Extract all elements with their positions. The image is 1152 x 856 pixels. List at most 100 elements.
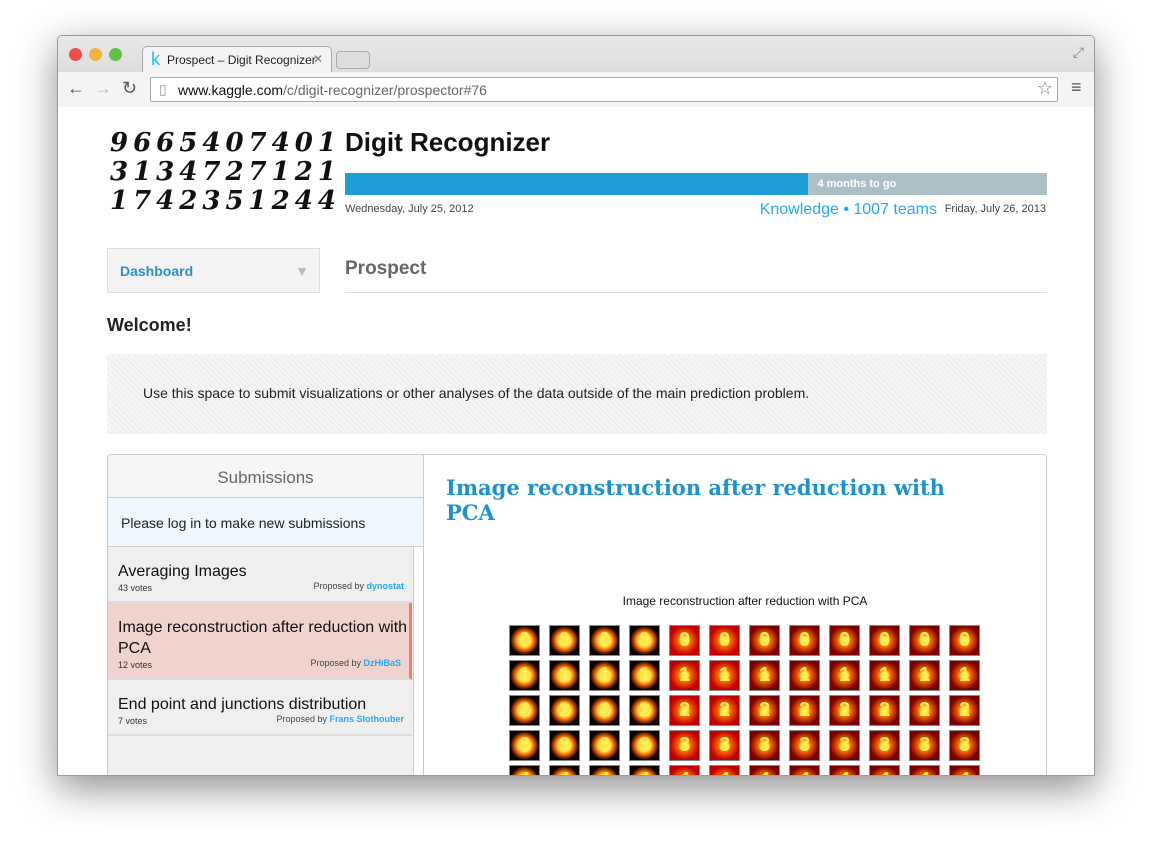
reconstructed-digit-cell: 0 <box>549 625 580 656</box>
reconstructed-digit-cell: 1 <box>749 660 780 691</box>
reconstructed-digit-cell: 1 <box>549 660 580 691</box>
bookmark-star-icon[interactable]: ☆ <box>1037 78 1053 99</box>
tab-title: Prospect – Digit Recognizer <box>167 53 316 67</box>
author-link[interactable]: DzHiBaS <box>363 658 401 668</box>
forward-icon[interactable]: → <box>94 78 112 99</box>
reconstructed-digit-cell: 0 <box>669 625 700 656</box>
reconstructed-digit-cell: 1 <box>589 660 620 691</box>
reconstructed-digit-cell: 3 <box>909 730 940 761</box>
reconstructed-digit-cell: 4 <box>669 765 700 775</box>
reconstructed-digit-cell: 1 <box>709 660 740 691</box>
page-title: Digit Recognizer <box>345 127 551 157</box>
reconstructed-digit-cell: 1 <box>949 660 980 691</box>
reconstructed-digit-cell: 2 <box>869 695 900 726</box>
minimize-window-button[interactable] <box>89 48 102 61</box>
proposed-by: Proposed by Frans Slothouber <box>276 714 404 724</box>
reconstructed-digit-cell: 1 <box>789 660 820 691</box>
browser-tab[interactable]: k Prospect – Digit Recognizer ✕ <box>142 46 332 72</box>
section-title: Prospect <box>345 258 1047 293</box>
reconstructed-digit-cell: 4 <box>589 765 620 775</box>
page-icon: ▯ <box>159 81 167 97</box>
new-tab-button[interactable] <box>336 51 370 69</box>
reconstructed-digit-cell: 0 <box>829 625 860 656</box>
menu-icon[interactable]: ≡ <box>1071 77 1082 98</box>
reconstructed-digit-cell: 1 <box>669 660 700 691</box>
reconstructed-digit-cell: 0 <box>789 625 820 656</box>
reconstructed-digit-cell: 2 <box>789 695 820 726</box>
reload-icon[interactable]: ↻ <box>122 78 137 99</box>
url-host: www.kaggle.com <box>178 82 284 98</box>
reconstructed-digit-cell: 1 <box>869 660 900 691</box>
submission-item[interactable]: Averaging Images 43 votes Proposed by dyno… <box>108 547 412 603</box>
reconstructed-digit-cell: 1 <box>509 660 540 691</box>
digits-logo[interactable]: 9665407401 3134727121 1742351244 <box>110 129 341 216</box>
submission-item-title: End point and junctions distribution <box>118 696 367 713</box>
zoom-window-button[interactable] <box>109 48 122 61</box>
proposed-prefix: Proposed by <box>313 581 367 591</box>
reconstructed-digit-cell: 4 <box>909 765 940 775</box>
reconstructed-digit-cell: 0 <box>509 625 540 656</box>
reconstructed-digit-cell: 2 <box>829 695 860 726</box>
reconstructed-digit-cell: 4 <box>629 765 660 775</box>
start-date: Wednesday, July 25, 2012 <box>345 203 474 215</box>
progress-fill <box>345 173 809 195</box>
author-link[interactable]: Frans Slothouber <box>329 714 404 724</box>
reconstructed-digit-cell: 3 <box>549 730 580 761</box>
submission-item[interactable]: End point and junctions distribution 7 vo… <box>108 680 412 736</box>
reconstructed-digit-cell: 4 <box>549 765 580 775</box>
close-tab-icon[interactable]: ✕ <box>313 52 323 66</box>
submission-title: Image reconstruction after reduction wit… <box>446 475 945 525</box>
back-icon[interactable]: ← <box>67 78 85 99</box>
reconstructed-digit-cell: 3 <box>629 730 660 761</box>
url-path: /c/digit-recognizer/prospector#76 <box>283 82 487 98</box>
reconstructed-digit-cell: 3 <box>829 730 860 761</box>
reconstructed-digit-cell: 2 <box>549 695 580 726</box>
browser-window: k Prospect – Digit Recognizer ✕ ⤢ ← → ↻ ▯ w… <box>57 35 1095 776</box>
reconstructed-digit-cell: 3 <box>949 730 980 761</box>
reconstructed-digit-cell: 2 <box>669 695 700 726</box>
proposed-by: Proposed by dynostat <box>313 581 404 591</box>
reconstructed-digit-cell: 4 <box>709 765 740 775</box>
address-bar[interactable]: ▯ www.kaggle.com/c/digit-recognizer/prosp… <box>150 77 1058 102</box>
proposed-prefix: Proposed by <box>310 658 364 668</box>
submission-item[interactable]: Image reconstruction after reduction wit… <box>108 603 412 680</box>
reconstructed-digit-cell: 4 <box>749 765 780 775</box>
submission-detail: Image reconstruction after reduction wit… <box>425 455 1046 775</box>
login-notice[interactable]: Please log in to make new submissions <box>108 498 423 547</box>
reconstructed-digit-cell: 0 <box>709 625 740 656</box>
competition-progress-bar: 4 months to go <box>345 173 1047 195</box>
reconstructed-digit-cell: 3 <box>589 730 620 761</box>
welcome-text: Use this space to submit visualizations … <box>143 385 810 401</box>
submissions-sidebar: Submissions Please log in to make new su… <box>108 455 424 775</box>
competition-meta-link[interactable]: Knowledge • 1007 teams <box>760 201 937 219</box>
reconstructed-digit-cell: 3 <box>509 730 540 761</box>
submissions-heading: Submissions <box>108 455 423 498</box>
fullscreen-icon[interactable]: ⤢ <box>1073 44 1084 61</box>
reconstructed-digit-cell: 2 <box>509 695 540 726</box>
figure-title: Image reconstruction after reduction wit… <box>622 594 868 608</box>
reconstructed-digit-cell: 4 <box>949 765 980 775</box>
reconstructed-digit-cell: 0 <box>949 625 980 656</box>
reconstructed-digit-cell: 3 <box>669 730 700 761</box>
reconstructed-digit-cell: 2 <box>589 695 620 726</box>
reconstructed-digit-cell: 3 <box>709 730 740 761</box>
toolbar: ← → ↻ ▯ www.kaggle.com/c/digit-recognizer… <box>58 72 1094 107</box>
dashboard-dropdown[interactable]: Dashboard ▼ <box>107 248 320 293</box>
reconstructed-digit-cell: 2 <box>749 695 780 726</box>
author-link[interactable]: dynostat <box>366 581 404 591</box>
dashboard-label: Dashboard <box>120 263 194 279</box>
reconstructed-digit-cell: 3 <box>869 730 900 761</box>
page-content: 9665407401 3134727121 1742351244 Digit Rec… <box>58 107 1094 775</box>
close-window-button[interactable] <box>69 48 82 61</box>
scrollbar[interactable] <box>413 547 423 775</box>
reconstructed-digit-cell: 1 <box>629 660 660 691</box>
reconstructed-digit-cell: 2 <box>629 695 660 726</box>
welcome-box: Use this space to submit visualizations … <box>107 354 1047 434</box>
reconstructed-digit-cell: 0 <box>629 625 660 656</box>
reconstructed-digit-cell: 1 <box>909 660 940 691</box>
reconstructed-digit-cell: 0 <box>749 625 780 656</box>
welcome-title: Welcome! <box>107 315 192 335</box>
reconstructed-digit-cell: 0 <box>869 625 900 656</box>
reconstructed-digit-cell: 0 <box>589 625 620 656</box>
submission-item-title: Averaging Images <box>118 563 247 580</box>
